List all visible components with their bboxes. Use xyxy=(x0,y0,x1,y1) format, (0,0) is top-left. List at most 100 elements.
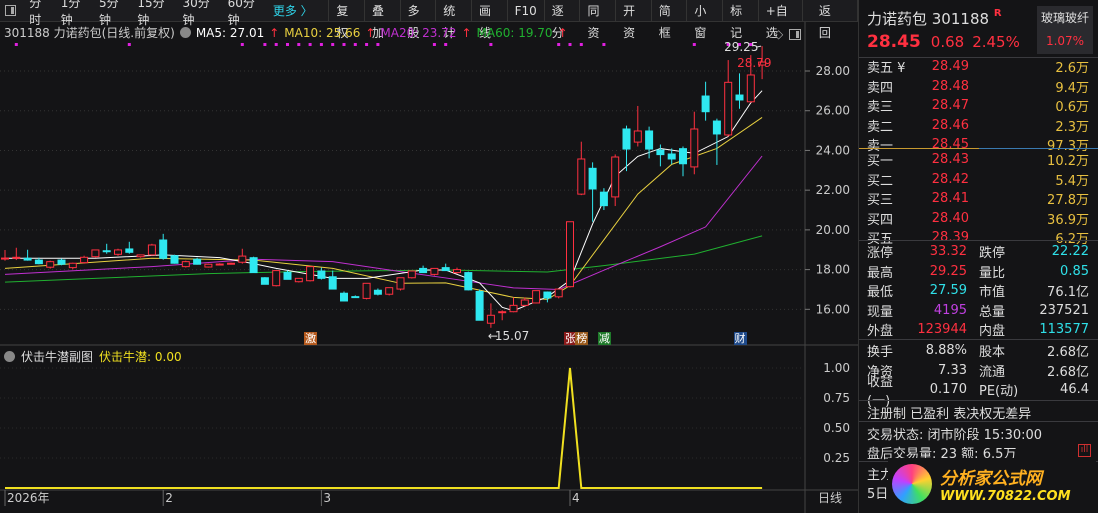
signal-dot xyxy=(579,43,583,46)
signal-dot xyxy=(568,43,572,46)
signal-dot xyxy=(602,43,606,46)
stat-value: 7.33 xyxy=(938,362,967,378)
sub-chart-value: 伏击牛潜: 0.00 xyxy=(99,350,182,364)
order-row: 买二 28.42 5.4万 xyxy=(859,170,1098,190)
sector-pct: 1.07% xyxy=(1045,34,1085,48)
stat-label: 股本 xyxy=(979,345,1006,361)
chart-bar-icon[interactable]: ıll xyxy=(1078,444,1091,457)
stat-value: 113577 xyxy=(1039,322,1089,338)
sub-y-tick-label: 1.00 xyxy=(823,361,850,375)
ask-book: 卖五 ¥ 28.49 2.6万 卖四 28.48 9.4万 卖三 28.47 0.6万 卖二 28.… xyxy=(859,57,1098,155)
collapse-icon[interactable] xyxy=(4,351,15,362)
level-volume: 0.6万 xyxy=(1055,100,1089,116)
y-tick-label: 26.00 xyxy=(816,104,850,118)
event-marker[interactable]: 财 xyxy=(733,332,747,345)
event-marker[interactable]: 激 xyxy=(304,332,318,345)
stat-value: 2.68亿 xyxy=(1047,364,1089,380)
level-volume: 27.8万 xyxy=(1047,193,1089,209)
candle xyxy=(419,265,428,274)
last-annotation: 28.79 xyxy=(737,56,771,70)
sector-name: 玻璃玻纤 xyxy=(1040,11,1089,25)
candle xyxy=(396,277,405,291)
stat-label: 最高 xyxy=(867,265,894,281)
event-marker[interactable]: 减 xyxy=(597,332,611,345)
signal-dot xyxy=(331,43,335,46)
candle xyxy=(453,267,461,274)
candle xyxy=(532,290,541,304)
signal-dot xyxy=(353,43,357,46)
diamond-icon[interactable]: ◇ xyxy=(774,27,783,41)
stat-value: 123944 xyxy=(917,322,967,338)
stat-value: 237521 xyxy=(1039,302,1089,318)
signal-dot xyxy=(444,43,448,46)
signal-dot xyxy=(319,43,323,46)
sector-badge[interactable]: 玻璃玻纤 1.07% xyxy=(1037,6,1093,54)
stat-value: 76.1亿 xyxy=(1047,285,1089,301)
candle xyxy=(46,260,55,269)
candle xyxy=(464,271,473,291)
candle xyxy=(373,288,382,296)
up-arrow-icon: ↑ xyxy=(269,25,280,40)
stat-row: 最高 29.25 量比 0.85 xyxy=(859,262,1098,282)
candle xyxy=(554,288,563,299)
y-tick-label: 24.00 xyxy=(816,143,850,157)
candle xyxy=(294,277,303,283)
signal-dot xyxy=(274,43,278,46)
signal-dot xyxy=(127,43,131,46)
candle xyxy=(656,144,665,167)
event-marker[interactable]: 榜 xyxy=(575,332,589,345)
level-label: 卖四 xyxy=(867,80,894,96)
candle xyxy=(1,249,9,261)
stat-label: 涨停 xyxy=(867,246,894,262)
stat-label: 跌停 xyxy=(979,246,1006,262)
up-arrow-icon: ↑ xyxy=(557,25,568,40)
candle xyxy=(317,267,326,280)
level-price: 28.49 xyxy=(931,59,969,75)
candle xyxy=(520,297,529,307)
signal-dot xyxy=(376,43,380,46)
level-price: 28.47 xyxy=(931,98,969,114)
stat-row: 换手 8.88% 股本 2.68亿 xyxy=(859,341,1098,361)
candle xyxy=(633,105,642,147)
candle xyxy=(430,267,439,276)
candle xyxy=(679,146,687,177)
sub-chart-title: 伏击牛潜副图 xyxy=(21,350,94,364)
x-tick-label: 4 xyxy=(572,491,580,505)
order-row: 卖二 28.46 2.3万 xyxy=(859,116,1098,136)
candle xyxy=(283,270,292,280)
period-label: 日线 xyxy=(818,491,842,505)
stat-label: 外盘 xyxy=(867,324,894,340)
signal-dot xyxy=(692,43,696,46)
stat-label: 最低 xyxy=(867,285,894,301)
candle xyxy=(385,287,394,296)
level-volume: 9.4万 xyxy=(1055,80,1089,96)
candle xyxy=(68,262,77,270)
level-volume: 10.2万 xyxy=(1047,154,1089,170)
candle xyxy=(249,256,258,274)
stock-name: 力诺药包 301188 R xyxy=(867,8,1002,28)
candle xyxy=(735,73,744,109)
candle xyxy=(91,249,100,258)
stat-label: 流通 xyxy=(979,364,1006,380)
stats-block-2: 换手 8.88% 股本 2.68亿 净资 7.33 流通 2.68亿 收益(一) 0.170 PE(… xyxy=(859,341,1098,409)
stock-period-label: 301188 力诺药包(日线.前复权) xyxy=(4,26,175,40)
x-tick-label: 2026年 xyxy=(7,491,50,505)
panel-toggle-icon[interactable] xyxy=(789,29,802,40)
candle xyxy=(577,141,586,196)
low-annotation: 15.07 xyxy=(495,329,529,343)
stat-row: 外盘 123944 内盘 113577 xyxy=(859,320,1098,340)
low-pointer: ← xyxy=(488,329,498,343)
ma60-label: MA60: 19.70 xyxy=(476,25,553,40)
candle xyxy=(238,248,247,264)
collapse-icon[interactable] xyxy=(179,27,191,38)
y-tick-label: 18.00 xyxy=(816,263,850,277)
level-price: 28.43 xyxy=(931,152,969,168)
candle xyxy=(724,60,733,137)
candle xyxy=(136,254,145,258)
candle xyxy=(114,248,122,256)
signal-dot xyxy=(432,43,436,46)
stat-label: 换手 xyxy=(867,345,894,361)
kline-chart[interactable]: 28.00 26.00 24.00 22.00 20.00 18.00 16.00 1.00 0… xyxy=(0,0,858,513)
level-volume: 2.3万 xyxy=(1055,119,1089,135)
candle xyxy=(599,188,608,211)
